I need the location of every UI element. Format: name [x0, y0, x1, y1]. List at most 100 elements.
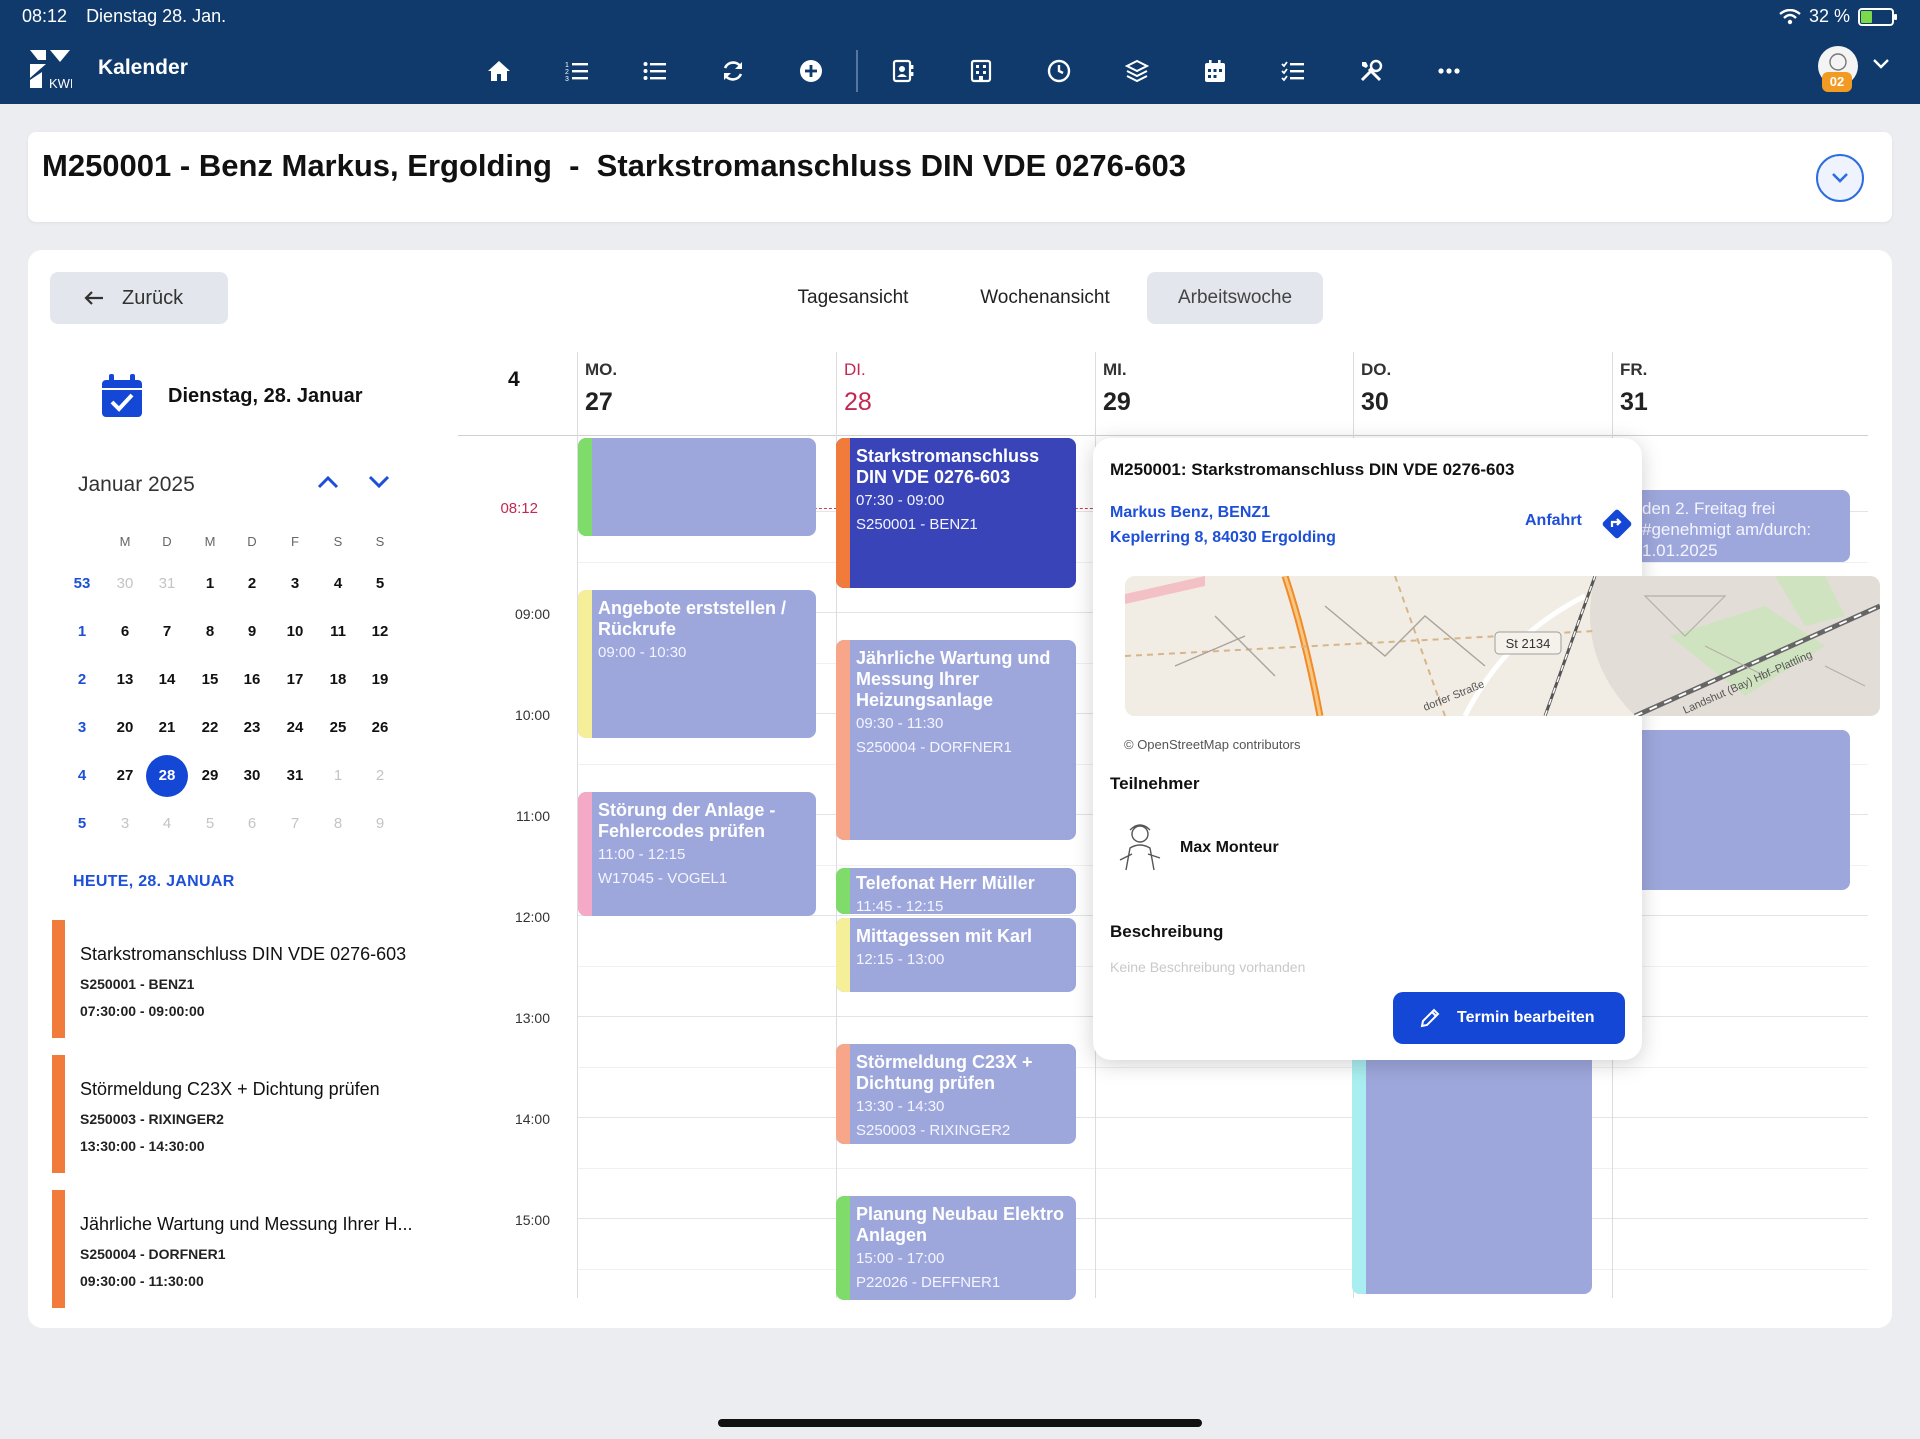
home-indicator[interactable]: [718, 1419, 1202, 1427]
agenda-item[interactable]: Starkstromanschluss DIN VDE 0276-603 S25…: [52, 920, 432, 1038]
prev-month-button[interactable]: [314, 468, 342, 496]
mini-calendar-day[interactable]: 19: [362, 662, 398, 698]
contact-address[interactable]: Keplerring 8, 84030 Ergolding: [1110, 525, 1336, 550]
agenda-order: S250003 - RIXINGER2: [80, 1111, 224, 1127]
back-button[interactable]: Zurück: [50, 272, 228, 324]
event-block[interactable]: Telefonat Herr Müller 11:45 - 12:15: [836, 868, 1076, 914]
day-header-fri[interactable]: FR. 31: [1620, 360, 1648, 417]
event-block[interactable]: Planung Neubau Elektro Anlagen 15:00 - 1…: [836, 1196, 1076, 1300]
mini-calendar-day[interactable]: 9: [362, 806, 398, 842]
mini-calendar-day[interactable]: 6: [234, 806, 270, 842]
mini-calendar-day[interactable]: 6: [107, 614, 143, 650]
mini-calendar-day[interactable]: 31: [149, 566, 185, 602]
mini-calendar-day[interactable]: 31: [277, 758, 313, 794]
calendar-week-number[interactable]: 4: [64, 758, 100, 794]
mini-calendar-day[interactable]: 3: [107, 806, 143, 842]
tab-work-week[interactable]: Arbeitswoche: [1147, 272, 1323, 324]
mini-calendar-day[interactable]: 30: [234, 758, 270, 794]
mini-calendar-day[interactable]: 23: [234, 710, 270, 746]
calendar-week-number[interactable]: 53: [64, 566, 100, 602]
mini-calendar-day[interactable]: 13: [107, 662, 143, 698]
agenda-item[interactable]: Störmeldung C23X + Dichtung prüfen S2500…: [52, 1055, 432, 1173]
clock-icon[interactable]: [1020, 52, 1098, 90]
chevron-down-icon[interactable]: [1872, 58, 1890, 70]
mini-calendar-day[interactable]: 2: [362, 758, 398, 794]
mini-calendar-day[interactable]: 12: [362, 614, 398, 650]
mini-calendar-day[interactable]: 2: [234, 566, 270, 602]
numbered-list-icon[interactable]: 123: [538, 52, 616, 90]
list-icon[interactable]: [616, 52, 694, 90]
mini-calendar-day[interactable]: 25: [320, 710, 356, 746]
mini-calendar-day[interactable]: 16: [234, 662, 270, 698]
calendar-week-number[interactable]: 1: [64, 614, 100, 650]
directions-icon[interactable]: [1601, 508, 1633, 540]
event-block[interactable]: Jährliche Wartung und Messung Ihrer Heiz…: [836, 640, 1076, 840]
mini-calendar-day-selected[interactable]: 28: [146, 755, 188, 797]
edit-appointment-button[interactable]: Termin bearbeiten: [1393, 992, 1625, 1044]
mini-calendar-day[interactable]: 27: [107, 758, 143, 794]
mini-calendar-day[interactable]: 17: [277, 662, 313, 698]
mini-calendar-day[interactable]: 26: [362, 710, 398, 746]
event-block[interactable]: Störmeldung C23X + Dichtung prüfen 13:30…: [836, 1044, 1076, 1144]
popover-contact[interactable]: Markus Benz, BENZ1 Keplerring 8, 84030 E…: [1110, 500, 1336, 550]
mini-calendar-day[interactable]: 14: [149, 662, 185, 698]
mini-calendar-day[interactable]: 29: [192, 758, 228, 794]
mini-calendar-day[interactable]: 20: [107, 710, 143, 746]
mini-calendar-day[interactable]: 1: [320, 758, 356, 794]
contact-book-icon[interactable]: [864, 52, 942, 90]
day-header-mon[interactable]: MO. 27: [585, 360, 617, 417]
mini-calendar-day[interactable]: 18: [320, 662, 356, 698]
mini-calendar-day[interactable]: 8: [320, 806, 356, 842]
mini-calendar-day[interactable]: 10: [277, 614, 313, 650]
day-header-tue[interactable]: DI. 28: [844, 360, 872, 417]
mini-calendar-day[interactable]: 30: [107, 566, 143, 602]
mini-calendar-day[interactable]: 3: [277, 566, 313, 602]
event-block-selected[interactable]: Starkstromanschluss DIN VDE 0276-603 07:…: [836, 438, 1076, 588]
calendar-week-number[interactable]: 2: [64, 662, 100, 698]
sync-icon[interactable]: [694, 52, 772, 90]
home-icon[interactable]: [460, 52, 538, 90]
location-map[interactable]: St 2134 dorfer Straße Landshut (Bay) Hbf…: [1125, 576, 1880, 716]
mini-calendar-day[interactable]: 11: [320, 614, 356, 650]
mini-calendar-day[interactable]: 22: [192, 710, 228, 746]
mini-calendar-day[interactable]: 15: [192, 662, 228, 698]
mini-calendar-day[interactable]: 1: [192, 566, 228, 602]
building-icon[interactable]: [942, 52, 1020, 90]
event-block[interactable]: Mittagessen mit Karl 12:15 - 13:00: [836, 918, 1076, 992]
mini-calendar-day[interactable]: 5: [192, 806, 228, 842]
day-header-wed[interactable]: MI. 29: [1103, 360, 1131, 417]
contact-name[interactable]: Markus Benz, BENZ1: [1110, 500, 1336, 525]
mini-calendar-day[interactable]: 4: [149, 806, 185, 842]
more-icon[interactable]: [1410, 52, 1488, 90]
status-date: Dienstag 28. Jan.: [86, 6, 227, 26]
event-block[interactable]: [1352, 1040, 1592, 1294]
event-block[interactable]: Störung der Anlage - Fehlercodes prüfen …: [578, 792, 816, 916]
tab-week-view[interactable]: Wochenansicht: [960, 272, 1130, 324]
checklist-icon[interactable]: [1254, 52, 1332, 90]
mini-calendar-day[interactable]: 4: [320, 566, 356, 602]
calendar-week-number[interactable]: 5: [64, 806, 100, 842]
add-circle-icon[interactable]: [772, 52, 850, 90]
mini-calendar-day[interactable]: 24: [277, 710, 313, 746]
agenda-item[interactable]: Jährliche Wartung und Messung Ihrer H...…: [52, 1190, 432, 1308]
layers-icon[interactable]: [1098, 52, 1176, 90]
mini-calendar-day[interactable]: 7: [149, 614, 185, 650]
tab-day-view[interactable]: Tagesansicht: [776, 272, 930, 324]
event-block[interactable]: [578, 438, 816, 536]
mini-calendar-day[interactable]: 9: [234, 614, 270, 650]
mini-calendar-day[interactable]: 8: [192, 614, 228, 650]
map-credit[interactable]: © OpenStreetMap contributors: [1124, 737, 1301, 752]
tools-icon[interactable]: [1332, 52, 1410, 90]
mini-calendar-day[interactable]: 7: [277, 806, 313, 842]
calendar-icon[interactable]: [1176, 52, 1254, 90]
route-link[interactable]: Anfahrt: [1525, 512, 1582, 530]
mini-calendar-day[interactable]: 21: [149, 710, 185, 746]
expand-toggle[interactable]: [1816, 154, 1864, 202]
mini-calendar-day[interactable]: 5: [362, 566, 398, 602]
event-block[interactable]: Angebote erststellen / Rückrufe 09:00 - …: [578, 590, 816, 738]
svg-text:3: 3: [565, 76, 569, 82]
event-time: 12:15 - 13:00: [856, 951, 945, 968]
next-month-button[interactable]: [365, 468, 393, 496]
day-header-thu[interactable]: DO. 30: [1361, 360, 1391, 417]
calendar-week-number[interactable]: 3: [64, 710, 100, 746]
